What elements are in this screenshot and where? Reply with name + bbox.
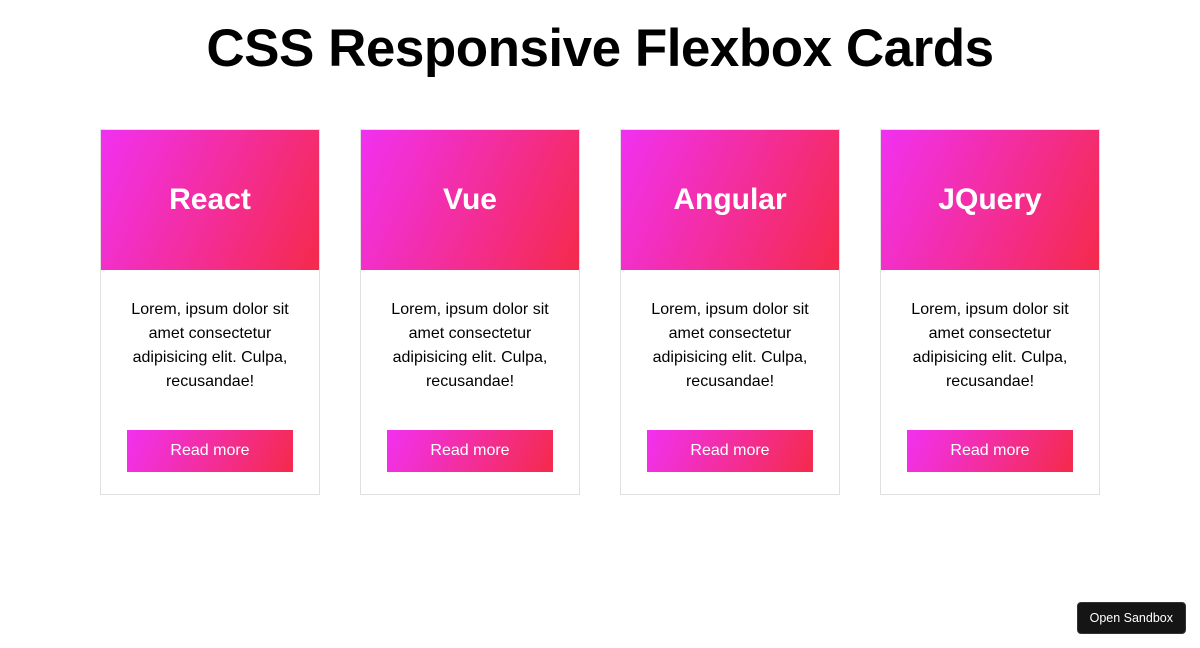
card-vue: Vue Lorem, ipsum dolor sit amet consecte… (360, 129, 580, 495)
card-title: JQuery (938, 183, 1041, 217)
card-description: Lorem, ipsum dolor sit amet consectetur … (379, 298, 561, 394)
card-angular: Angular Lorem, ipsum dolor sit amet cons… (620, 129, 840, 495)
card-header: Angular (621, 130, 839, 270)
card-description: Lorem, ipsum dolor sit amet consectetur … (119, 298, 301, 394)
read-more-button[interactable]: Read more (387, 430, 553, 472)
read-more-button[interactable]: Read more (907, 430, 1073, 472)
card-body: Lorem, ipsum dolor sit amet consectetur … (881, 270, 1099, 494)
card-header: React (101, 130, 319, 270)
card-header: JQuery (881, 130, 1099, 270)
card-header: Vue (361, 130, 579, 270)
card-description: Lorem, ipsum dolor sit amet consectetur … (899, 298, 1081, 394)
card-body: Lorem, ipsum dolor sit amet consectetur … (101, 270, 319, 494)
read-more-button[interactable]: Read more (127, 430, 293, 472)
card-title: Vue (443, 183, 497, 217)
card-description: Lorem, ipsum dolor sit amet consectetur … (639, 298, 821, 394)
card-title: React (169, 183, 251, 217)
open-sandbox-button[interactable]: Open Sandbox (1077, 602, 1186, 634)
card-react: React Lorem, ipsum dolor sit amet consec… (100, 129, 320, 495)
page-title: CSS Responsive Flexbox Cards (0, 18, 1200, 79)
read-more-button[interactable]: Read more (647, 430, 813, 472)
card-body: Lorem, ipsum dolor sit amet consectetur … (621, 270, 839, 494)
cards-container: React Lorem, ipsum dolor sit amet consec… (0, 129, 1200, 495)
card-title: Angular (673, 183, 786, 217)
card-jquery: JQuery Lorem, ipsum dolor sit amet conse… (880, 129, 1100, 495)
card-body: Lorem, ipsum dolor sit amet consectetur … (361, 270, 579, 494)
